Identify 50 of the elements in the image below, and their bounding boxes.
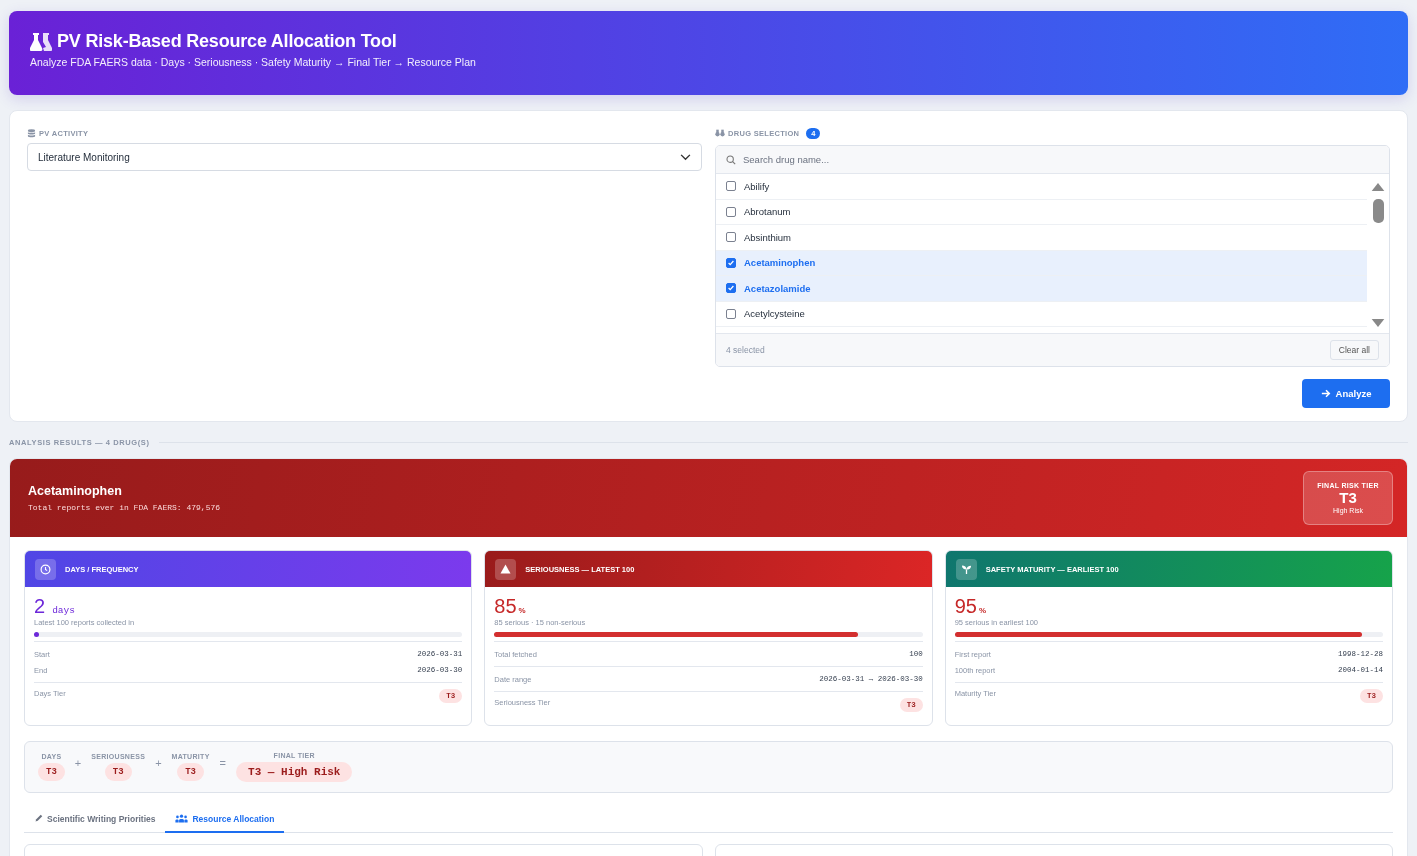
checkbox[interactable]: [726, 181, 736, 192]
sprout-icon: [955, 558, 977, 580]
final-tier-badge: T3 — High Risk: [236, 762, 353, 782]
checkbox[interactable]: [726, 206, 736, 217]
metric-value: 85: [494, 595, 517, 617]
database-icon: [27, 128, 36, 138]
drug-option[interactable]: Acetylcysteine: [716, 301, 1367, 327]
checkbox[interactable]: [726, 283, 736, 294]
clock-icon: [35, 558, 56, 580]
search-field[interactable]: Search drug name...: [716, 146, 1389, 173]
checkbox[interactable]: [726, 232, 736, 243]
chevron-down-icon: [680, 153, 691, 161]
drug-name: Acetaminophen: [28, 484, 123, 498]
flask-icon: [30, 31, 52, 52]
activity-dropdown[interactable]: Literature Monitoring: [27, 143, 702, 171]
total-reports: Total reports ever in FDA FAERS: 479,576: [28, 503, 221, 512]
analyze-button[interactable]: Analyze: [1302, 379, 1390, 408]
clear-all-button[interactable]: Clear all: [1329, 340, 1379, 360]
metric-unit: days: [52, 605, 75, 616]
scrollbar-thumb[interactable]: [1372, 199, 1384, 223]
warning-icon: [495, 558, 517, 580]
drug-option[interactable]: Acetazolamide: [716, 276, 1367, 302]
checkbox[interactable]: [726, 308, 736, 319]
metric-unit: %: [518, 606, 526, 615]
metric-value: 95: [954, 595, 977, 617]
tier-badge: T3: [104, 763, 132, 781]
selected-count: 4 selected: [726, 345, 765, 355]
scroll-down-icon[interactable]: [1371, 319, 1385, 328]
people-icon: [175, 814, 189, 823]
tab[interactable]: Scientific Writing Priorities: [24, 806, 166, 833]
drug-option[interactable]: Abrotanum: [716, 199, 1367, 225]
metric-unit: %: [978, 606, 987, 615]
metric-value: 2: [34, 595, 46, 617]
equals-sign: =: [219, 757, 227, 769]
scroll-up-icon[interactable]: [1371, 182, 1385, 191]
plus-sign: +: [74, 757, 82, 769]
app-subtitle: Analyze FDA FAERS data · Days · Seriousness · Safety Maturity → Final Tier → Resource Plan: [30, 56, 477, 68]
binoculars-icon: [715, 129, 725, 137]
search-icon: [726, 155, 736, 165]
app-title: PV Risk-Based Resource Allocation Tool: [57, 31, 397, 52]
drug-option[interactable]: Abilify: [716, 174, 1367, 200]
pen-icon: [34, 814, 43, 823]
plus-sign: +: [155, 757, 162, 769]
checkbox[interactable]: [726, 257, 736, 268]
drug-option[interactable]: Absinthium: [716, 225, 1367, 251]
tab[interactable]: Resource Allocation: [165, 806, 285, 833]
tier-badge: T3: [177, 763, 204, 781]
tier-badge: T3: [38, 763, 65, 781]
arrow-right-icon: [1320, 389, 1331, 398]
drug-option[interactable]: Acetaminophen: [716, 250, 1367, 276]
